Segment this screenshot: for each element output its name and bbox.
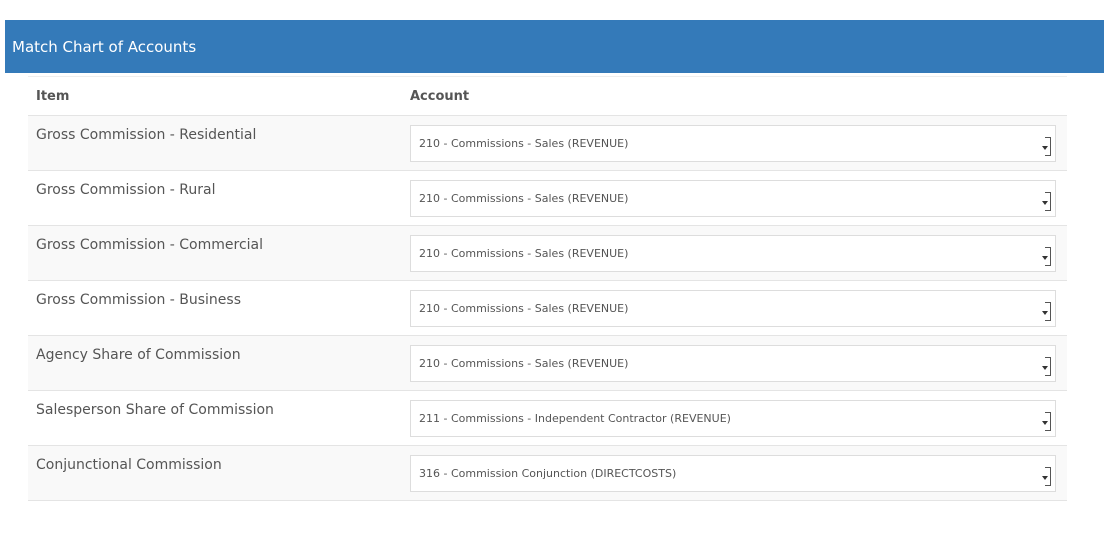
table-header: Item Account: [28, 76, 1067, 116]
table-body: Gross Commission - Residential 210 - Com…: [28, 116, 1067, 501]
dropdown-arrow-icon[interactable]: [1045, 357, 1051, 376]
account-select-value: 210 - Commissions - Sales (REVENUE): [419, 302, 629, 315]
dropdown-arrow-icon[interactable]: [1045, 192, 1051, 211]
account-select-value: 211 - Commissions - Independent Contract…: [419, 412, 731, 425]
row-account-cell: 210 - Commissions - Sales (REVENUE): [402, 281, 1056, 335]
row-item-label: Conjunctional Commission: [36, 457, 222, 473]
row-item-label: Gross Commission - Residential: [36, 127, 257, 143]
account-select[interactable]: 210 - Commissions - Sales (REVENUE): [410, 345, 1056, 382]
table-row: Gross Commission - Rural 210 - Commissio…: [28, 171, 1067, 226]
table-row: Gross Commission - Business 210 - Commis…: [28, 281, 1067, 336]
match-chart-panel: Match Chart of Accounts: [5, 20, 1104, 73]
row-item-label: Agency Share of Commission: [36, 347, 241, 363]
account-select[interactable]: 211 - Commissions - Independent Contract…: [410, 400, 1056, 437]
accounts-table: Item Account Gross Commission - Resident…: [28, 76, 1067, 501]
dropdown-arrow-icon[interactable]: [1045, 137, 1051, 156]
dropdown-arrow-icon[interactable]: [1045, 302, 1051, 321]
table-row: Conjunctional Commission 316 - Commissio…: [28, 446, 1067, 501]
header-account: Account: [410, 88, 470, 104]
account-select-value: 210 - Commissions - Sales (REVENUE): [419, 247, 629, 260]
panel-title: Match Chart of Accounts: [12, 37, 197, 56]
row-account-cell: 316 - Commission Conjunction (DIRECTCOST…: [402, 446, 1056, 500]
account-select-value: 316 - Commission Conjunction (DIRECTCOST…: [419, 467, 677, 480]
panel-header: Match Chart of Accounts: [5, 20, 1104, 73]
account-select-value: 210 - Commissions - Sales (REVENUE): [419, 357, 629, 370]
table-row: Gross Commission - Residential 210 - Com…: [28, 116, 1067, 171]
account-select[interactable]: 210 - Commissions - Sales (REVENUE): [410, 180, 1056, 217]
dropdown-arrow-icon[interactable]: [1045, 467, 1051, 486]
dropdown-arrow-icon[interactable]: [1045, 247, 1051, 266]
header-item: Item: [36, 88, 70, 104]
row-account-cell: 210 - Commissions - Sales (REVENUE): [402, 171, 1056, 225]
account-select[interactable]: 210 - Commissions - Sales (REVENUE): [410, 125, 1056, 162]
row-account-cell: 210 - Commissions - Sales (REVENUE): [402, 116, 1056, 170]
account-select-value: 210 - Commissions - Sales (REVENUE): [419, 192, 629, 205]
row-item-label: Salesperson Share of Commission: [36, 402, 274, 418]
account-select[interactable]: 316 - Commission Conjunction (DIRECTCOST…: [410, 455, 1056, 492]
dropdown-arrow-icon[interactable]: [1045, 412, 1051, 431]
row-account-cell: 210 - Commissions - Sales (REVENUE): [402, 226, 1056, 280]
table-row: Gross Commission - Commercial 210 - Comm…: [28, 226, 1067, 281]
account-select-value: 210 - Commissions - Sales (REVENUE): [419, 137, 629, 150]
account-select[interactable]: 210 - Commissions - Sales (REVENUE): [410, 290, 1056, 327]
row-item-label: Gross Commission - Commercial: [36, 237, 264, 253]
table-row: Salesperson Share of Commission 211 - Co…: [28, 391, 1067, 446]
row-account-cell: 210 - Commissions - Sales (REVENUE): [402, 336, 1056, 390]
table-row: Agency Share of Commission 210 - Commiss…: [28, 336, 1067, 391]
row-item-label: Gross Commission - Rural: [36, 182, 216, 198]
row-item-label: Gross Commission - Business: [36, 292, 242, 308]
account-select[interactable]: 210 - Commissions - Sales (REVENUE): [410, 235, 1056, 272]
row-account-cell: 211 - Commissions - Independent Contract…: [402, 391, 1056, 445]
